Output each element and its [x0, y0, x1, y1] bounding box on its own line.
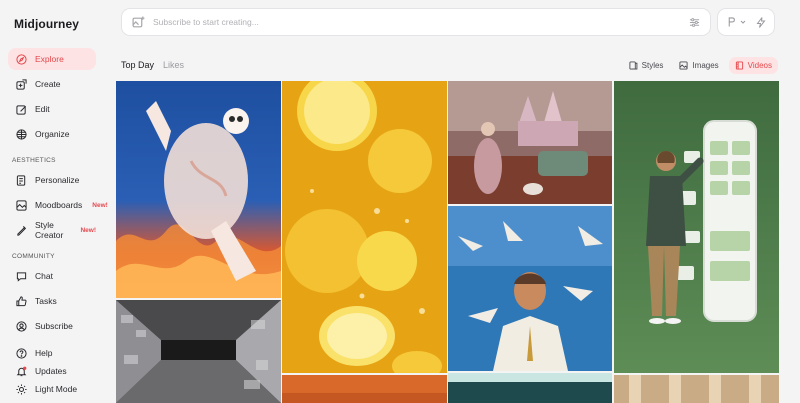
sidebar-item-label: Chat: [35, 271, 53, 281]
sidebar-item-label: Organize: [35, 129, 70, 139]
sidebar-item-label: Moodboards: [35, 200, 83, 210]
sidebar-item-edit[interactable]: Edit: [8, 98, 96, 120]
sidebar-item-style-creator[interactable]: Style Creator New!: [8, 219, 96, 241]
gallery-tile-lemons[interactable]: [282, 81, 447, 373]
moodboard-icon: [16, 199, 27, 211]
mode-controls: [717, 8, 775, 36]
tab-label: Images: [692, 61, 719, 70]
gallery-tile-castle-procession[interactable]: [448, 81, 612, 204]
compass-icon: [16, 53, 27, 65]
user-circle-icon: [16, 320, 27, 332]
create-icon: [16, 78, 27, 90]
sun-icon: [16, 383, 27, 395]
personalize-icon: [16, 174, 26, 186]
chevron-down-icon: [740, 20, 745, 24]
search-input[interactable]: [153, 17, 689, 27]
feed-tabs: Top Day Likes: [121, 60, 184, 70]
section-label-aesthetics: AESTHETICS: [12, 157, 56, 164]
sidebar-item-tasks[interactable]: Tasks: [8, 290, 96, 312]
sidebar-item-label: Subscribe: [35, 321, 73, 331]
artwork-orange: [282, 375, 447, 403]
help-icon: [16, 347, 27, 359]
artwork-columns: [614, 375, 779, 403]
sidebar-item-label: Explore: [35, 54, 64, 64]
brand-logo[interactable]: Midjourney: [14, 17, 79, 31]
gallery-tile-teal[interactable]: [448, 373, 612, 403]
tab-label: Styles: [641, 61, 664, 70]
tab-likes[interactable]: Likes: [163, 60, 184, 70]
sidebar-item-label: Tasks: [35, 296, 57, 306]
sidebar-item-label: Create: [35, 79, 61, 89]
gallery-tile-seagulls-man[interactable]: [448, 206, 612, 371]
section-label-community: COMMUNITY: [12, 253, 55, 260]
sidebar-item-explore[interactable]: Explore: [8, 48, 96, 70]
artwork-skeleton-fire: [116, 81, 281, 298]
gallery-tile-phone-app[interactable]: [614, 81, 779, 373]
chat-icon: [16, 271, 27, 282]
tab-images[interactable]: Images: [673, 57, 724, 74]
artwork-phone-app: [614, 81, 779, 373]
search-bar: [121, 8, 711, 36]
artwork-castle-procession: [448, 81, 612, 204]
sidebar-item-chat[interactable]: Chat: [8, 265, 96, 287]
gallery-tile-monochrome-tunnel[interactable]: [116, 300, 281, 403]
sidebar-item-organize[interactable]: Organize: [8, 123, 96, 145]
artwork-lemons: [282, 81, 447, 373]
parameters-dropdown[interactable]: [727, 17, 746, 27]
sidebar: Midjourney Explore Create Edit Organize …: [0, 0, 108, 403]
bell-icon: [16, 366, 27, 376]
tab-styles[interactable]: Styles: [623, 57, 670, 74]
new-badge: New!: [92, 201, 108, 209]
sidebar-item-label: Updates: [35, 366, 67, 376]
artwork-monochrome-tunnel: [116, 300, 281, 403]
sidebar-item-label: Style Creator: [35, 220, 64, 240]
sidebar-item-label: Light Mode: [35, 384, 78, 394]
sidebar-item-label: Edit: [35, 104, 50, 114]
sidebar-item-light-mode[interactable]: Light Mode: [8, 378, 96, 400]
styles-icon: [629, 61, 638, 70]
artwork-seagulls-man: [448, 206, 612, 371]
style-creator-icon: [17, 225, 26, 236]
new-badge: New!: [80, 226, 96, 234]
sidebar-item-label: Personalize: [35, 175, 80, 185]
gallery-tile-orange[interactable]: [282, 375, 447, 403]
artwork-teal: [448, 373, 612, 403]
sidebar-item-label: Help: [35, 348, 53, 358]
sidebar-item-create[interactable]: Create: [8, 73, 96, 95]
sidebar-item-subscribe[interactable]: Subscribe: [8, 315, 96, 337]
video-icon: [735, 61, 743, 70]
grid-icon: [16, 128, 27, 140]
view-tabs: Styles Images Videos: [623, 57, 778, 74]
p-icon: [728, 17, 735, 27]
sidebar-item-moodboards[interactable]: Moodboards New!: [8, 194, 108, 216]
tab-label: Videos: [747, 61, 772, 70]
sidebar-item-personalize[interactable]: Personalize: [8, 169, 96, 191]
edit-icon: [16, 104, 26, 115]
tab-videos[interactable]: Videos: [728, 57, 778, 74]
thumbs-up-icon: [16, 295, 27, 306]
tab-top-day[interactable]: Top Day: [121, 60, 154, 70]
lightning-icon[interactable]: [756, 16, 766, 28]
gallery-tile-columns[interactable]: [614, 375, 779, 403]
gallery-tile-skeleton-fire[interactable]: [116, 81, 281, 298]
images-icon: [679, 61, 688, 70]
settings-sliders-icon[interactable]: [689, 17, 700, 28]
image-add-icon[interactable]: [132, 16, 145, 29]
